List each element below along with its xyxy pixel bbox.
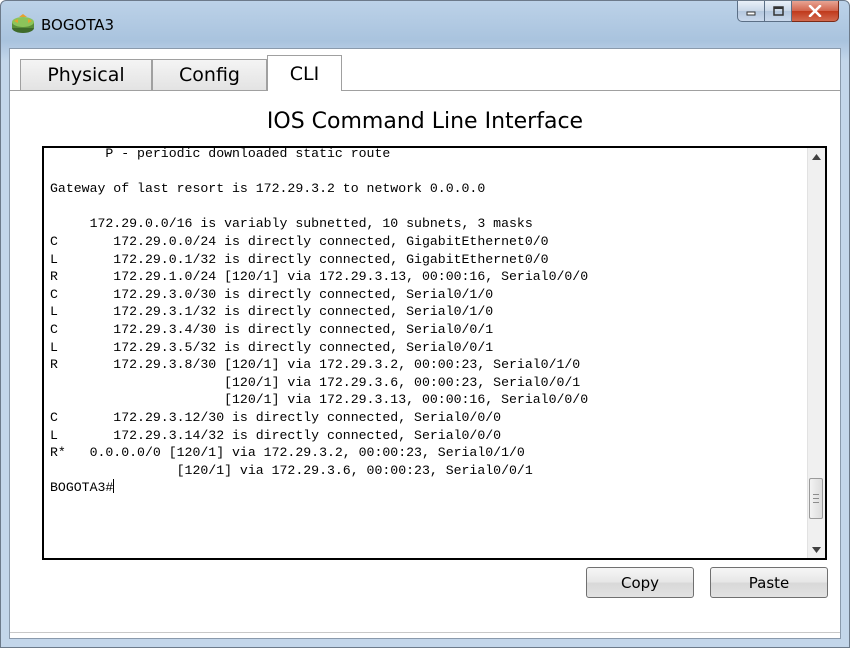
scroll-up-button[interactable]: [808, 148, 825, 165]
terminal-line: [120/1] via 172.29.3.6, 00:00:23, Serial…: [50, 462, 533, 478]
terminal-prompt-line[interactable]: BOGOTA3#: [50, 479, 798, 497]
title-bar[interactable]: BOGOTA3: [1, 1, 849, 45]
terminal-output: P - periodic downloaded static route Gate…: [50, 146, 798, 497]
terminal-line: C 172.29.3.0/30 is directly connected, S…: [50, 286, 494, 302]
minimize-icon: [746, 11, 756, 16]
copy-button[interactable]: Copy: [586, 567, 694, 598]
terminal-line: R 172.29.3.8/30 [120/1] via 172.29.3.2, …: [50, 357, 581, 373]
terminal-line: [120/1] via 172.29.3.6, 00:00:23, Serial…: [50, 374, 581, 390]
divider: [10, 632, 840, 633]
pane-title: IOS Command Line Interface: [266, 109, 584, 134]
grip-icon: [813, 494, 819, 503]
terminal-line: R* 0.0.0.0/0 [120/1] via 172.29.3.2, 00:…: [50, 445, 525, 461]
maximize-button[interactable]: [765, 1, 792, 22]
terminal-line: L 172.29.0.1/32 is directly connected, G…: [50, 251, 549, 267]
arrow-down-icon: [812, 546, 821, 553]
terminal-line: C 172.29.3.4/30 is directly connected, S…: [50, 321, 494, 337]
router-app-icon: [10, 13, 36, 35]
paste-button[interactable]: Paste: [710, 567, 828, 598]
minimize-button[interactable]: [737, 1, 765, 22]
scroll-thumb[interactable]: [809, 478, 823, 519]
text-cursor: [113, 479, 115, 494]
terminal-scrollbar[interactable]: [807, 148, 825, 558]
terminal-line: [120/1] via 172.29.3.13, 00:00:16, Seria…: [50, 392, 589, 408]
cli-terminal[interactable]: P - periodic downloaded static route Gate…: [42, 146, 827, 560]
terminal-line: L 172.29.3.1/32 is directly connected, S…: [50, 304, 494, 320]
terminal-prompt: BOGOTA3#: [50, 480, 114, 496]
close-icon: [808, 5, 822, 17]
tab-config[interactable]: Config: [152, 59, 267, 90]
window-title: BOGOTA3: [41, 16, 115, 34]
tab-cli[interactable]: CLI: [267, 55, 342, 91]
terminal-line: R 172.29.1.0/24 [120/1] via 172.29.3.13,…: [50, 269, 589, 285]
tab-physical[interactable]: Physical: [20, 59, 152, 90]
terminal-line: L 172.29.3.14/32 is directly connected, …: [50, 427, 502, 443]
terminal-line: 172.29.0.0/16 is variably subnetted, 10 …: [50, 216, 533, 232]
terminal-line: L 172.29.3.5/32 is directly connected, S…: [50, 339, 494, 355]
scroll-down-button[interactable]: [808, 541, 825, 558]
window-controls: [737, 1, 839, 23]
close-button[interactable]: [792, 1, 839, 22]
arrow-up-icon: [812, 153, 821, 160]
terminal-line: C 172.29.3.12/30 is directly connected, …: [50, 409, 502, 425]
app-window: BOGOTA3 Physical Config CLI IOS Command …: [0, 0, 850, 648]
terminal-line: C 172.29.0.0/24 is directly connected, G…: [50, 233, 549, 249]
terminal-line: P - periodic downloaded static route: [50, 146, 391, 161]
tab-bar: Physical Config CLI: [10, 55, 840, 91]
terminal-line: Gateway of last resort is 172.29.3.2 to …: [50, 181, 486, 197]
client-area: Physical Config CLI IOS Command Line Int…: [9, 48, 841, 639]
maximize-icon: [772, 6, 784, 16]
